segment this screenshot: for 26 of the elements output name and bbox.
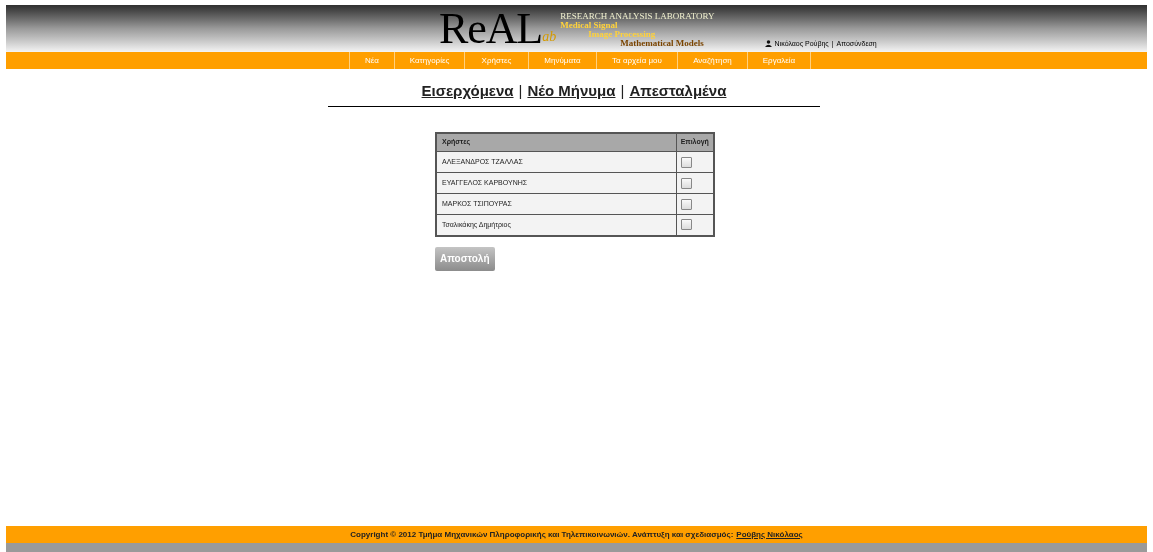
checkbox[interactable] (680, 177, 692, 189)
nav-item[interactable]: Τα αρχεία μου (596, 52, 677, 69)
user-icon (764, 40, 772, 48)
message-tab[interactable]: Νέο Μήνυμα (527, 80, 616, 103)
logo-suffix: ab (542, 29, 557, 46)
logo-subtitle: Image Processing (588, 30, 656, 39)
nav-item[interactable]: Μηνύματα (528, 52, 596, 69)
message-tab[interactable]: Εισερχόμενα (421, 80, 514, 103)
checkbox[interactable] (680, 198, 692, 210)
nav-item[interactable]: Χρήστες (464, 52, 528, 69)
checkbox[interactable] (680, 156, 692, 168)
checkbox[interactable] (680, 219, 692, 231)
nav-item[interactable]: Νέα (349, 52, 394, 69)
separator: | (518, 81, 523, 101)
send-button[interactable]: Αποστολή (435, 246, 495, 271)
nav-item[interactable]: Κατηγορίες (394, 52, 464, 69)
logo-subtitle: Mathematical Models (620, 39, 705, 48)
logo-tagline: RESEARCH ANALYSIS LABORATORY (560, 11, 715, 21)
nav-item[interactable]: Εργαλεία (747, 52, 810, 69)
message-tab[interactable]: Απεσταλμένα (629, 80, 727, 103)
logo-subtitle: Medical Signal (560, 21, 619, 30)
copyright-text: Copyright © 2012 Τμήμα Μηχανικών Πληροφορικής και Τηλεπικοινωνιών. Ανάπτυξη και σχεδιασμός: (350, 528, 734, 541)
nav-item[interactable]: Αναζήτηση (677, 52, 747, 69)
logo-text: ReAL (439, 9, 543, 49)
separator: | (620, 81, 625, 101)
author-link[interactable]: Ρούβης Νικόλαος (736, 528, 803, 541)
